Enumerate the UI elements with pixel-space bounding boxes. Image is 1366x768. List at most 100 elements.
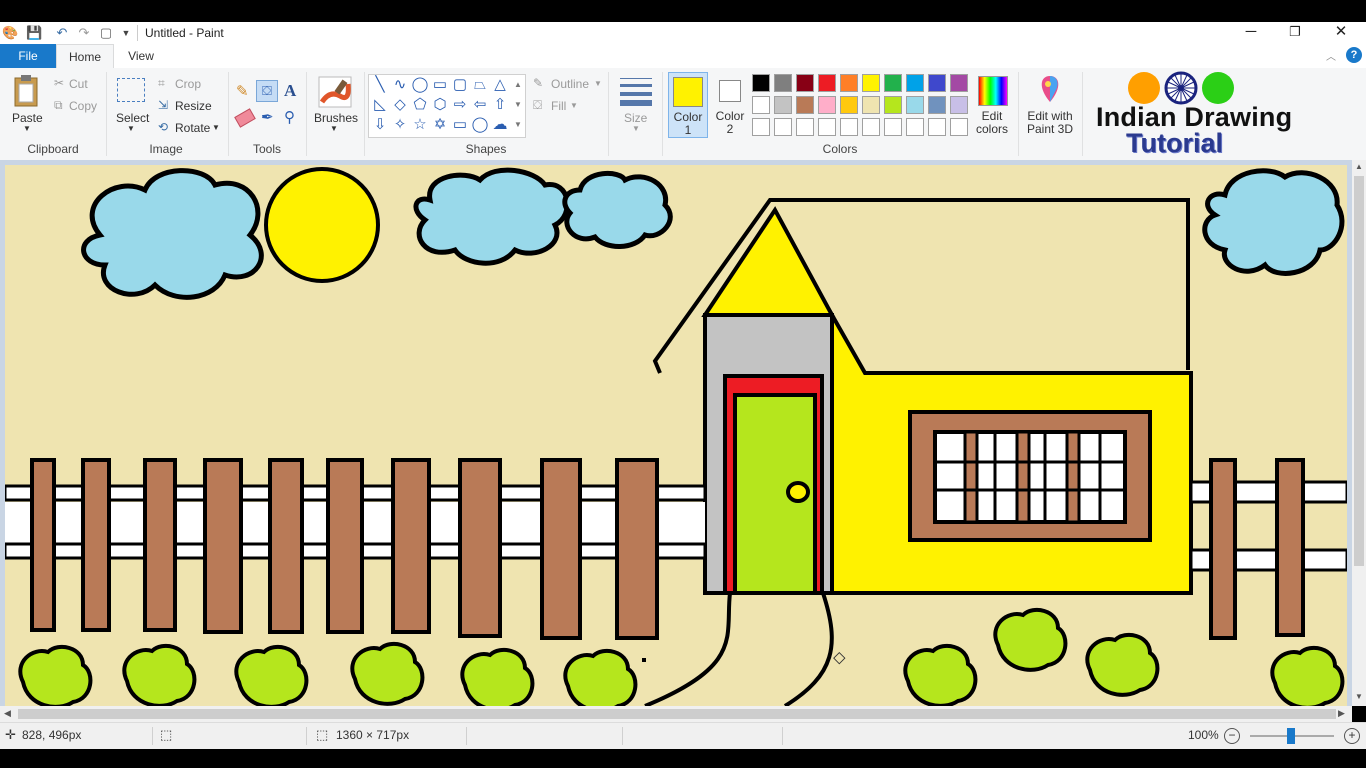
crop-icon[interactable]: ⌗ — [158, 76, 165, 91]
palette-swatch[interactable] — [862, 96, 880, 114]
outline-dropdown-icon[interactable]: ▼ — [594, 79, 602, 88]
hexagon-shape-icon[interactable]: ⬡ — [431, 96, 449, 114]
four-point-star-shape-icon[interactable]: ✧ — [391, 116, 409, 134]
customize-quick-access-icon[interactable]: ▼ — [118, 25, 134, 41]
color1-button[interactable]: Color 1 — [668, 72, 708, 138]
palette-swatch[interactable] — [840, 96, 858, 114]
palette-swatch[interactable] — [884, 74, 902, 92]
rounded-rectangle-shape-icon[interactable]: ▢ — [451, 76, 469, 94]
select-dropdown-icon[interactable]: ▼ — [127, 124, 135, 133]
pencil-icon[interactable]: ✎ — [236, 82, 249, 100]
rotate-dropdown-icon[interactable]: ▼ — [212, 123, 220, 132]
copy-button[interactable]: Copy — [69, 99, 97, 113]
cut-icon[interactable]: ✂ — [54, 76, 64, 90]
paste-icon[interactable] — [12, 74, 42, 108]
oval-callout-shape-icon[interactable]: ◯ — [471, 116, 489, 134]
palette-swatch[interactable] — [752, 96, 770, 114]
eraser-icon[interactable] — [234, 108, 256, 128]
palette-swatch[interactable] — [906, 96, 924, 114]
palette-swatch[interactable] — [818, 96, 836, 114]
right-triangle-shape-icon[interactable]: ◺ — [371, 96, 389, 114]
palette-swatch[interactable] — [752, 74, 770, 92]
color-picker-icon[interactable]: ✒ — [261, 108, 274, 126]
collapse-ribbon-icon[interactable]: ︿ — [1326, 48, 1336, 63]
fill-bucket-icon[interactable]: ⛋ — [256, 80, 278, 102]
palette-swatch[interactable] — [950, 118, 968, 136]
palette-swatch[interactable] — [840, 74, 858, 92]
shapes-scroll-icon[interactable]: ▲ ▼ ▼ — [512, 75, 524, 137]
five-point-star-shape-icon[interactable]: ☆ — [411, 116, 429, 134]
palette-swatch[interactable] — [928, 96, 946, 114]
select-label[interactable]: Select — [116, 111, 149, 125]
palette-swatch[interactable] — [796, 96, 814, 114]
color2-button[interactable]: Color 2 — [712, 72, 748, 138]
edit-colors-icon[interactable] — [978, 76, 1008, 106]
resize-icon[interactable]: ⇲ — [158, 98, 168, 112]
paste-label[interactable]: Paste — [12, 111, 43, 125]
fill-button[interactable]: Fill — [551, 99, 566, 113]
scroll-right-icon[interactable]: ▶ — [1338, 708, 1345, 719]
down-arrow-shape-icon[interactable]: ⇩ — [371, 116, 389, 134]
tab-view[interactable]: View — [120, 44, 162, 68]
palette-swatch[interactable] — [862, 74, 880, 92]
zoom-out-button[interactable]: − — [1224, 728, 1240, 744]
palette-swatch[interactable] — [796, 118, 814, 136]
save-icon[interactable]: 💾 — [26, 25, 42, 41]
help-icon[interactable]: ? — [1346, 47, 1362, 63]
size-icon[interactable] — [620, 78, 652, 106]
palette-swatch[interactable] — [906, 118, 924, 136]
cloud-callout-shape-icon[interactable]: ☁ — [491, 116, 509, 134]
six-point-star-shape-icon[interactable]: ✡ — [431, 116, 449, 134]
zoom-in-button[interactable]: + — [1344, 728, 1360, 744]
minimize-button[interactable]: ─ — [1228, 22, 1274, 44]
paint-3d-icon[interactable] — [1036, 74, 1064, 104]
palette-swatch[interactable] — [950, 74, 968, 92]
polygon-shape-icon[interactable]: ⏢ — [471, 76, 489, 94]
pentagon-shape-icon[interactable]: ⬠ — [411, 96, 429, 114]
vertical-scrollbar[interactable]: ▲ ▼ — [1352, 160, 1366, 706]
horizontal-scrollbar[interactable]: ◀ ▶ — [0, 706, 1352, 722]
edit-with-paint3d-button[interactable]: Edit with Paint 3D — [1022, 110, 1078, 136]
vertical-scroll-thumb[interactable] — [1354, 176, 1364, 566]
resize-button[interactable]: Resize — [175, 99, 212, 113]
rounded-callout-shape-icon[interactable]: ▭ — [451, 116, 469, 134]
cut-button[interactable]: Cut — [69, 77, 88, 91]
palette-swatch[interactable] — [884, 118, 902, 136]
right-arrow-shape-icon[interactable]: ⇨ — [451, 96, 469, 114]
palette-swatch[interactable] — [752, 118, 770, 136]
fill-dropdown-icon[interactable]: ▼ — [570, 101, 578, 110]
brushes-icon[interactable] — [318, 76, 352, 108]
undo-icon[interactable]: ↶ — [54, 25, 70, 41]
curve-shape-icon[interactable]: ∿ — [391, 76, 409, 94]
outline-icon[interactable]: ✎ — [533, 76, 543, 90]
palette-swatch[interactable] — [818, 74, 836, 92]
palette-swatch[interactable] — [840, 118, 858, 136]
crop-button[interactable]: Crop — [175, 77, 201, 91]
zoom-slider-thumb[interactable] — [1287, 728, 1295, 744]
scroll-left-icon[interactable]: ◀ — [4, 708, 11, 719]
size-label[interactable]: Size — [624, 111, 647, 125]
horizontal-scroll-thumb[interactable] — [18, 709, 1336, 719]
palette-swatch[interactable] — [774, 74, 792, 92]
palette-swatch[interactable] — [928, 74, 946, 92]
rotate-button[interactable]: Rotate — [175, 121, 210, 135]
text-tool-icon[interactable]: A — [284, 81, 296, 101]
outline-button[interactable]: Outline — [551, 77, 589, 91]
tab-home[interactable]: Home — [56, 44, 114, 68]
new-file-icon[interactable]: ▢ — [98, 25, 114, 41]
oval-shape-icon[interactable]: ◯ — [411, 76, 429, 94]
copy-icon[interactable]: ⧉ — [54, 98, 63, 113]
paste-dropdown-icon[interactable]: ▼ — [23, 124, 31, 133]
edit-colors-button[interactable]: Edit colors — [972, 110, 1012, 136]
palette-swatch[interactable] — [774, 118, 792, 136]
paint-app-icon[interactable]: 🎨 — [2, 25, 18, 41]
drawing-canvas[interactable]: ⬦ — [5, 165, 1347, 706]
palette-swatch[interactable] — [818, 118, 836, 136]
diamond-shape-icon[interactable]: ◇ — [391, 96, 409, 114]
palette-swatch[interactable] — [774, 96, 792, 114]
palette-swatch[interactable] — [906, 74, 924, 92]
palette-swatch[interactable] — [928, 118, 946, 136]
palette-swatch[interactable] — [796, 74, 814, 92]
select-icon[interactable] — [117, 78, 145, 102]
restore-button[interactable]: ❐ — [1272, 22, 1318, 44]
